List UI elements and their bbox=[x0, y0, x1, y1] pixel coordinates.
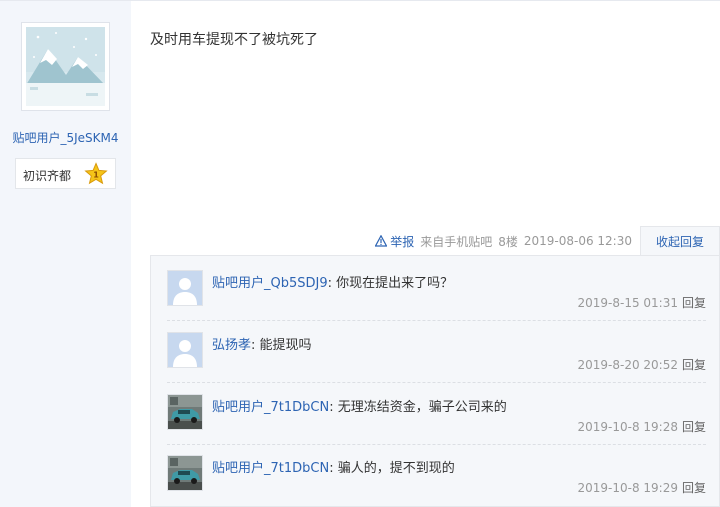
level-number: 1 bbox=[93, 171, 99, 180]
list-item: 弘扬孝: 能提现吗 2019-8-20 20:52 回复 bbox=[167, 332, 706, 394]
reply-time: 2019-10-8 19:28 bbox=[577, 420, 678, 434]
post-source: 来自手机贴吧 bbox=[420, 234, 493, 249]
reply-divider bbox=[167, 320, 706, 321]
author-username[interactable]: 贴吧用户_5JeSKM4 bbox=[0, 129, 131, 146]
snowy-mountain-avatar-icon bbox=[26, 27, 105, 106]
list-item: 贴吧用户_7t1DbCN: 无理冻结资金，骗子公司来的 2019-10-8 19… bbox=[167, 394, 706, 456]
reply-time: 2019-8-20 20:52 bbox=[577, 358, 678, 372]
list-item: 贴吧用户_Qb5SDJ9: 你现在提出来了吗？ 2019-8-15 01:31 回… bbox=[167, 270, 706, 332]
reply-text: : 你现在提出来了吗？ bbox=[327, 276, 454, 291]
default-avatar-icon bbox=[168, 333, 202, 367]
list-item: 贴吧用户_7t1DbCN: 骗人的，提不到现的 2019-10-8 19:29 回… bbox=[167, 455, 706, 507]
reply-divider bbox=[167, 444, 706, 445]
default-avatar-icon bbox=[168, 271, 202, 305]
reply-text: : 骗人的，提不到现的 bbox=[329, 461, 455, 476]
reply-avatar[interactable] bbox=[167, 455, 203, 491]
reply-username[interactable]: 弘扬孝 bbox=[212, 338, 251, 353]
author-avatar[interactable] bbox=[21, 22, 110, 111]
reply-button[interactable]: 回复 bbox=[682, 296, 706, 310]
level-badge[interactable]: 初识齐都 1 bbox=[15, 158, 116, 189]
car-photo-avatar-icon bbox=[168, 456, 202, 490]
reply-username[interactable]: 贴吧用户_7t1DbCN bbox=[212, 400, 329, 415]
report-label: 举报 bbox=[390, 234, 415, 249]
post-content: 及时用车提现不了被坑死了 bbox=[150, 32, 318, 48]
reply-username[interactable]: 贴吧用户_Qb5SDJ9 bbox=[212, 276, 328, 291]
post-meta: 举报 来自手机贴吧 8楼 2019-08-06 12:30 收起回复 bbox=[375, 226, 720, 256]
collapse-replies-button[interactable]: 收起回复 bbox=[640, 226, 720, 256]
author-sidebar: 贴吧用户_5JeSKM4 初识齐都 1 bbox=[0, 0, 131, 507]
post-datetime: 2019-08-06 12:30 bbox=[523, 234, 632, 248]
reply-divider bbox=[167, 382, 706, 383]
reply-button[interactable]: 回复 bbox=[682, 481, 706, 495]
reply-avatar[interactable] bbox=[167, 394, 203, 430]
top-divider bbox=[131, 0, 720, 1]
reply-list: 贴吧用户_Qb5SDJ9: 你现在提出来了吗？ 2019-8-15 01:31 回… bbox=[150, 255, 720, 507]
warning-icon bbox=[375, 235, 388, 247]
reply-text: : 能提现吗 bbox=[251, 338, 312, 353]
reply-avatar[interactable] bbox=[167, 270, 203, 306]
car-photo-avatar-icon bbox=[168, 395, 202, 429]
post-floor: 8楼 bbox=[498, 234, 518, 249]
reply-username[interactable]: 贴吧用户_7t1DbCN bbox=[212, 461, 329, 476]
reply-time: 2019-8-15 01:31 bbox=[577, 296, 678, 310]
level-name: 初识齐都 bbox=[23, 169, 72, 183]
level-star-icon: 1 bbox=[84, 162, 108, 185]
reply-time: 2019-10-8 19:29 bbox=[577, 481, 678, 495]
reply-text: : 无理冻结资金，骗子公司来的 bbox=[329, 400, 507, 415]
report-link[interactable]: 举报 bbox=[375, 233, 414, 250]
reply-button[interactable]: 回复 bbox=[682, 420, 706, 434]
reply-avatar[interactable] bbox=[167, 332, 203, 368]
reply-button[interactable]: 回复 bbox=[682, 358, 706, 372]
